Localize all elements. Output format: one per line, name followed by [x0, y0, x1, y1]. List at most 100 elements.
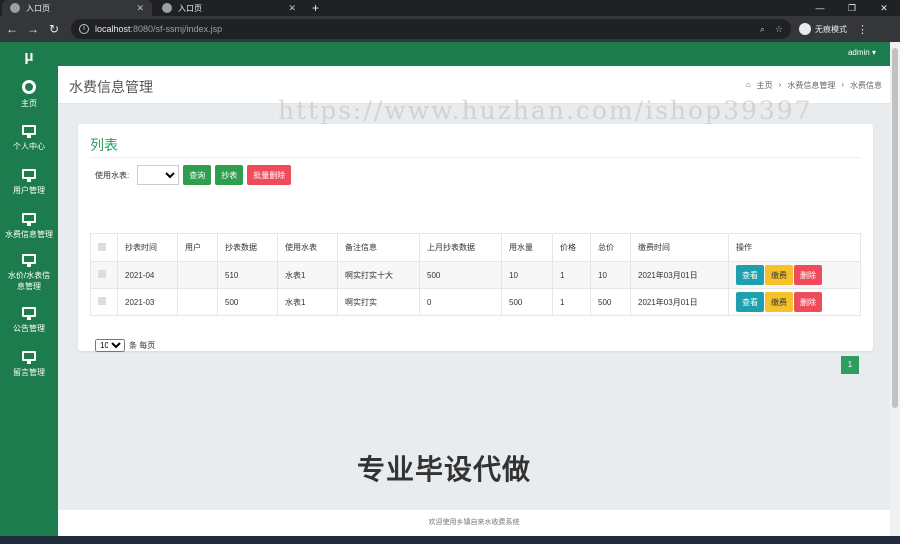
- delete-button[interactable]: 删除: [794, 292, 822, 312]
- back-icon[interactable]: ←: [3, 22, 21, 36]
- incognito-label: 无痕模式: [815, 24, 847, 34]
- monitor-icon: [22, 124, 36, 138]
- col-header: 用水量: [501, 233, 553, 262]
- monitor-icon: [22, 168, 36, 182]
- sidebar-item-water-fee[interactable]: 水费信息管理: [0, 204, 58, 248]
- cell-total: 10: [590, 261, 631, 289]
- breadcrumb-separator: ›: [841, 80, 844, 89]
- forward-icon[interactable]: →: [24, 22, 42, 36]
- overlay-watermark: 专业毕设代做: [357, 454, 532, 485]
- sidebar-item-notices[interactable]: 公告管理: [0, 298, 58, 342]
- sidebar-item-label: 个人中心: [13, 141, 45, 151]
- view-button[interactable]: 查看: [736, 292, 764, 312]
- new-tab-button[interactable]: +: [312, 0, 319, 16]
- reload-icon[interactable]: ↻: [45, 22, 63, 36]
- incognito-badge[interactable]: 无痕模式: [799, 23, 847, 35]
- page-header: 水费信息管理 ⌂ 主页 › 水费信息管理 › 水费信息 https://www.…: [58, 66, 890, 125]
- cell-last: 0: [419, 288, 502, 316]
- globe-icon: [162, 3, 172, 13]
- breadcrumb-item[interactable]: 水费信息管理: [787, 80, 835, 91]
- browser-tab-active[interactable]: 入口页 ✕: [2, 0, 152, 16]
- col-header: 使用水表: [277, 233, 338, 262]
- cell-price: 1: [552, 288, 591, 316]
- sidebar-item-messages[interactable]: 留言管理: [0, 342, 58, 386]
- app-root: μ 主页 个人中心 用户管理 水费信息管理 水价/水表信息管理 公告管理 留言管…: [0, 42, 890, 536]
- page-size-suffix: 条 每页: [129, 341, 156, 350]
- url-host: localhost: [95, 24, 131, 34]
- menu-dots-icon[interactable]: ⋮: [857, 23, 868, 36]
- sidebar-item-home[interactable]: 主页: [0, 72, 58, 116]
- col-header: 操作: [728, 233, 861, 262]
- sidebar: μ 主页 个人中心 用户管理 水费信息管理 水价/水表信息管理 公告管理 留言管…: [0, 42, 58, 536]
- sidebar-item-users[interactable]: 用户管理: [0, 160, 58, 204]
- batch-delete-button[interactable]: 批量删除: [247, 165, 292, 185]
- close-tab-icon[interactable]: ✕: [136, 3, 144, 14]
- col-header: 上月抄表数据: [419, 233, 502, 262]
- meter-select[interactable]: [137, 165, 180, 185]
- select-all-checkbox[interactable]: [90, 233, 118, 262]
- page-number-button[interactable]: 1: [841, 356, 859, 374]
- row-checkbox[interactable]: [90, 288, 118, 316]
- address-bar: ← → ↻ i localhost:8080/sf-ssmj/index.jsp…: [0, 16, 900, 42]
- divider: [90, 157, 861, 158]
- star-icon[interactable]: ☆: [775, 24, 783, 35]
- pay-button[interactable]: 缴费: [765, 292, 793, 312]
- cell-actions: 查看 缴费 删除: [728, 261, 861, 289]
- topbar: admin ▾: [58, 42, 890, 66]
- user-menu[interactable]: admin ▾: [848, 48, 876, 57]
- cell-usage: 500: [501, 288, 553, 316]
- zoom-icon[interactable]: ⌕: [760, 24, 765, 35]
- col-header: 备注信息: [337, 233, 420, 262]
- restore-icon[interactable]: ❐: [836, 0, 868, 16]
- panel-title: 列表: [90, 137, 118, 153]
- sidebar-item-price-meter[interactable]: 水价/水表信息管理: [0, 248, 58, 298]
- cell-user: [177, 261, 218, 289]
- info-icon[interactable]: i: [79, 24, 89, 34]
- col-header: 总价: [590, 233, 631, 262]
- query-button[interactable]: 查询: [183, 165, 212, 185]
- sidebar-item-profile[interactable]: 个人中心: [0, 116, 58, 160]
- toolbar: 使用水表: 查询 抄表 批量删除: [95, 165, 292, 185]
- scrollbar-thumb[interactable]: [892, 48, 898, 408]
- tab-title: 入口页: [178, 3, 202, 13]
- globe-icon: [10, 3, 20, 13]
- view-button[interactable]: 查看: [736, 265, 764, 285]
- pay-button[interactable]: 缴费: [765, 265, 793, 285]
- url-path: :8080/sf-ssmj/index.jsp: [130, 24, 223, 34]
- filter-label: 使用水表:: [95, 170, 130, 180]
- close-window-icon[interactable]: ✕: [868, 0, 900, 16]
- delete-button[interactable]: 删除: [794, 265, 822, 285]
- row-checkbox[interactable]: [90, 261, 118, 289]
- page-size-select[interactable]: 10: [95, 339, 125, 352]
- data-table: 抄表时间 用户 抄表数据 使用水表 备注信息 上月抄表数据 用水量 价格 总价 …: [90, 233, 861, 316]
- sidebar-item-label: 水价/水表信息管理: [7, 271, 51, 291]
- cell-note: 啊实打实十大: [337, 261, 420, 289]
- url-field[interactable]: i localhost:8080/sf-ssmj/index.jsp ⌕ ☆: [71, 19, 791, 39]
- data-table-wrap: 抄表时间 用户 抄表数据 使用水表 备注信息 上月抄表数据 用水量 价格 总价 …: [90, 233, 861, 316]
- monitor-icon: [22, 306, 36, 320]
- close-tab-icon[interactable]: ✕: [288, 3, 296, 14]
- incognito-icon: [799, 23, 811, 35]
- page-title: 水费信息管理: [69, 79, 153, 95]
- breadcrumb: ⌂ 主页 › 水费信息管理 › 水费信息: [746, 80, 882, 91]
- read-meter-button[interactable]: 抄表: [215, 165, 244, 185]
- page-scrollbar[interactable]: [890, 42, 900, 536]
- table-header-row: 抄表时间 用户 抄表数据 使用水表 备注信息 上月抄表数据 用水量 价格 总价 …: [90, 233, 861, 262]
- minimize-icon[interactable]: —: [804, 0, 836, 16]
- cell-total: 500: [590, 288, 631, 316]
- cell-user: [177, 288, 218, 316]
- cell-time: 2021-03: [117, 288, 178, 316]
- col-header: 缴费时间: [630, 233, 729, 262]
- cell-paytime: 2021年03月01日: [630, 261, 729, 289]
- breadcrumb-item[interactable]: 主页: [757, 80, 773, 91]
- cell-note: 啊实打实: [337, 288, 420, 316]
- breadcrumb-separator: ›: [778, 80, 782, 89]
- col-header: 抄表数据: [217, 233, 278, 262]
- cell-actions: 查看 缴费 删除: [728, 288, 861, 316]
- footer: 欢迎使用乡镇自来水收费系统: [58, 510, 890, 536]
- browser-tab[interactable]: 入口页 ✕: [154, 0, 304, 16]
- table-row: 2021-03 500 水表1 啊实打实 0 500 1 500 2021年03…: [90, 288, 861, 316]
- monitor-icon: [22, 212, 36, 226]
- browser-tabbar: 入口页 ✕ 入口页 ✕ + — ❐ ✕: [0, 0, 900, 16]
- cell-meter: 水表1: [277, 261, 338, 289]
